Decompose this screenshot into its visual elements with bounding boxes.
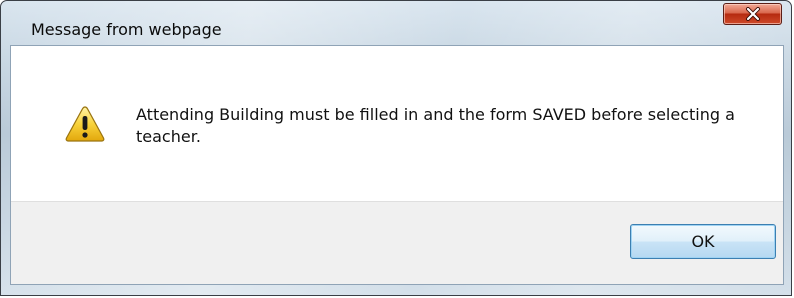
button-bar: OK: [11, 201, 783, 284]
close-icon: [745, 7, 761, 21]
message-area: Attending Building must be filled in and…: [11, 46, 783, 201]
dialog-body: Attending Building must be filled in and…: [10, 45, 784, 285]
warning-icon: [65, 105, 105, 143]
message-dialog: Message from webpage Attending Building …: [0, 0, 792, 296]
dialog-title: Message from webpage: [31, 20, 222, 39]
ok-button[interactable]: OK: [630, 224, 776, 259]
close-button[interactable]: [723, 3, 782, 25]
message-text: Attending Building must be filled in and…: [136, 105, 735, 146]
title-bar[interactable]: Message from webpage: [1, 1, 791, 44]
